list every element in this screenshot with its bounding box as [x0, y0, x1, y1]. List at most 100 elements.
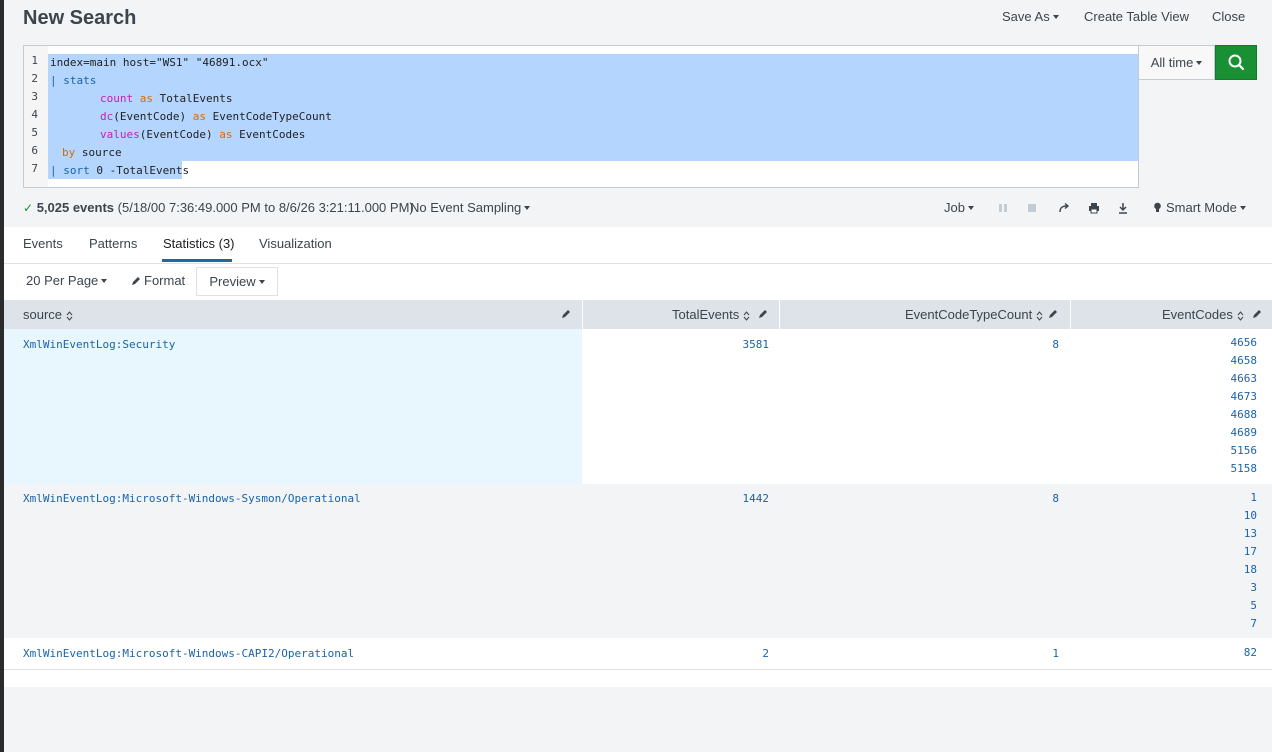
- chevron-down-icon: [967, 205, 974, 210]
- column-header-label: TotalEvents: [672, 307, 740, 322]
- column-header-totalevents[interactable]: TotalEvents: [672, 300, 750, 329]
- line-number: 5: [31, 126, 38, 139]
- export-icon[interactable]: [1116, 201, 1130, 215]
- code-line-3: count as TotalEvents: [100, 92, 233, 105]
- chevron-down-icon: [101, 278, 108, 283]
- results-tabs: Events Patterns Statistics (3) Visualiza…: [4, 227, 1272, 264]
- line-number: 6: [31, 144, 38, 157]
- pencil-icon: [132, 277, 140, 285]
- sort-icon: [1036, 310, 1043, 321]
- pause-icon[interactable]: [996, 201, 1010, 215]
- per-page-label: 20 Per Page: [26, 273, 99, 288]
- edit-column-icon[interactable]: [1047, 308, 1059, 320]
- search-mode-dropdown[interactable]: Smart Mode: [1153, 199, 1246, 217]
- search-editor[interactable]: 1 2 3 4 5 6 7 index=main host="WS1" "468…: [23, 45, 1139, 188]
- code-line-4: dc(EventCode) as EventCodeTypeCount: [100, 110, 332, 123]
- event-code-value[interactable]: 4663: [1231, 370, 1258, 388]
- format-button[interactable]: Format: [131, 273, 185, 288]
- tab-statistics[interactable]: Statistics (3): [163, 236, 235, 251]
- preview-dropdown[interactable]: Preview: [196, 267, 278, 296]
- edit-column-icon[interactable]: [560, 308, 572, 320]
- time-range-label: All time: [1150, 55, 1194, 70]
- search-button[interactable]: [1215, 45, 1257, 80]
- event-code-value[interactable]: 4656: [1231, 334, 1258, 352]
- event-code-type-count-cell[interactable]: 1: [1052, 647, 1059, 660]
- page-header: New Search Save As Create Table View Clo…: [4, 0, 1272, 44]
- event-code-value[interactable]: 4673: [1231, 388, 1258, 406]
- chevron-down-icon: [1196, 60, 1203, 65]
- event-code-type-count-cell[interactable]: 8: [1052, 338, 1059, 351]
- source-cell[interactable]: XmlWinEventLog:Security: [23, 338, 175, 351]
- event-code-value[interactable]: 10: [1244, 507, 1257, 525]
- total-events-cell[interactable]: 3581: [743, 338, 770, 351]
- chevron-down-icon: [524, 205, 531, 210]
- save-as-menu[interactable]: Save As: [1002, 9, 1059, 24]
- total-events-cell[interactable]: 2: [762, 647, 769, 660]
- page-title: New Search: [23, 7, 137, 29]
- column-header-label: EventCodes: [1162, 307, 1233, 322]
- chevron-down-icon: [1239, 205, 1246, 210]
- edit-column-icon[interactable]: [757, 308, 769, 320]
- column-divider: [779, 300, 780, 329]
- event-code-value[interactable]: 5158: [1231, 460, 1258, 478]
- code-line-7: | sort 0 -TotalEvents: [50, 164, 190, 177]
- time-range-picker[interactable]: All time: [1139, 45, 1215, 80]
- column-header-source[interactable]: source: [23, 300, 73, 329]
- event-codes-cell: 1 10 13 17 18 3 5 7: [1244, 489, 1257, 633]
- tab-visualization[interactable]: Visualization: [259, 236, 332, 251]
- chevron-down-icon: [258, 279, 265, 284]
- print-icon[interactable]: [1087, 201, 1101, 215]
- create-table-view-button[interactable]: Create Table View: [1084, 9, 1189, 24]
- code-line-1: index=main host="WS1" "46891.ocx": [50, 56, 269, 69]
- code-line-6: by source: [62, 146, 122, 159]
- sort-icon: [66, 310, 73, 321]
- event-code-value[interactable]: 5: [1244, 597, 1257, 615]
- save-as-label: Save As: [1002, 9, 1050, 24]
- source-cell[interactable]: XmlWinEventLog:Microsoft-Windows-CAPI2/O…: [23, 647, 354, 660]
- source-cell[interactable]: XmlWinEventLog:Microsoft-Windows-Sysmon/…: [23, 492, 361, 505]
- column-header-eventcodes[interactable]: EventCodes: [1162, 300, 1244, 329]
- line-number: 1: [31, 54, 38, 67]
- event-code-value[interactable]: 13: [1244, 525, 1257, 543]
- event-code-value[interactable]: 7: [1244, 615, 1257, 633]
- line-number: 7: [31, 162, 38, 175]
- table-footer: [4, 669, 1272, 687]
- tab-patterns[interactable]: Patterns: [89, 236, 137, 251]
- total-events-cell[interactable]: 1442: [743, 492, 770, 505]
- table-header-row: source TotalEvents EventCodeTypeCount Ev…: [4, 300, 1272, 329]
- event-code-value[interactable]: 82: [1244, 644, 1257, 662]
- tab-events[interactable]: Events: [23, 236, 63, 251]
- event-code-value[interactable]: 1: [1244, 489, 1257, 507]
- line-number: 2: [31, 72, 38, 85]
- event-code-value[interactable]: 4688: [1231, 406, 1258, 424]
- column-divider: [582, 300, 583, 329]
- event-code-value[interactable]: 17: [1244, 543, 1257, 561]
- event-count: 5,025 events: [36, 200, 115, 215]
- event-code-value[interactable]: 5156: [1231, 442, 1258, 460]
- column-header-label: EventCodeTypeCount: [905, 307, 1033, 322]
- event-code-value[interactable]: 4658: [1231, 352, 1258, 370]
- share-icon[interactable]: [1057, 201, 1071, 215]
- lightbulb-icon: [1154, 202, 1161, 212]
- table-row: XmlWinEventLog:Microsoft-Windows-CAPI2/O…: [4, 638, 1272, 669]
- event-sampling-label: No Event Sampling: [410, 200, 522, 215]
- event-sampling-dropdown[interactable]: No Event Sampling: [410, 199, 531, 217]
- line-number: 3: [31, 90, 38, 103]
- column-header-eventcodetypecount[interactable]: EventCodeTypeCount: [905, 300, 1043, 329]
- code-line-2: | stats: [50, 74, 97, 87]
- close-button[interactable]: Close: [1212, 9, 1245, 24]
- job-label: Job: [944, 200, 965, 215]
- event-code-value[interactable]: 18: [1244, 561, 1257, 579]
- column-divider: [1070, 300, 1071, 329]
- per-page-dropdown[interactable]: 20 Per Page: [26, 273, 108, 288]
- stop-icon[interactable]: [1025, 201, 1039, 215]
- event-code-type-count-cell[interactable]: 8: [1052, 492, 1059, 505]
- sort-icon: [743, 310, 750, 321]
- event-code-value[interactable]: 4689: [1231, 424, 1258, 442]
- job-menu[interactable]: Job: [944, 199, 974, 217]
- event-code-value[interactable]: 3: [1244, 579, 1257, 597]
- search-mode-label: Smart Mode: [1166, 200, 1237, 215]
- magnifier-icon: [1228, 54, 1245, 71]
- edit-column-icon[interactable]: [1251, 308, 1263, 320]
- column-header-label: source: [23, 307, 63, 322]
